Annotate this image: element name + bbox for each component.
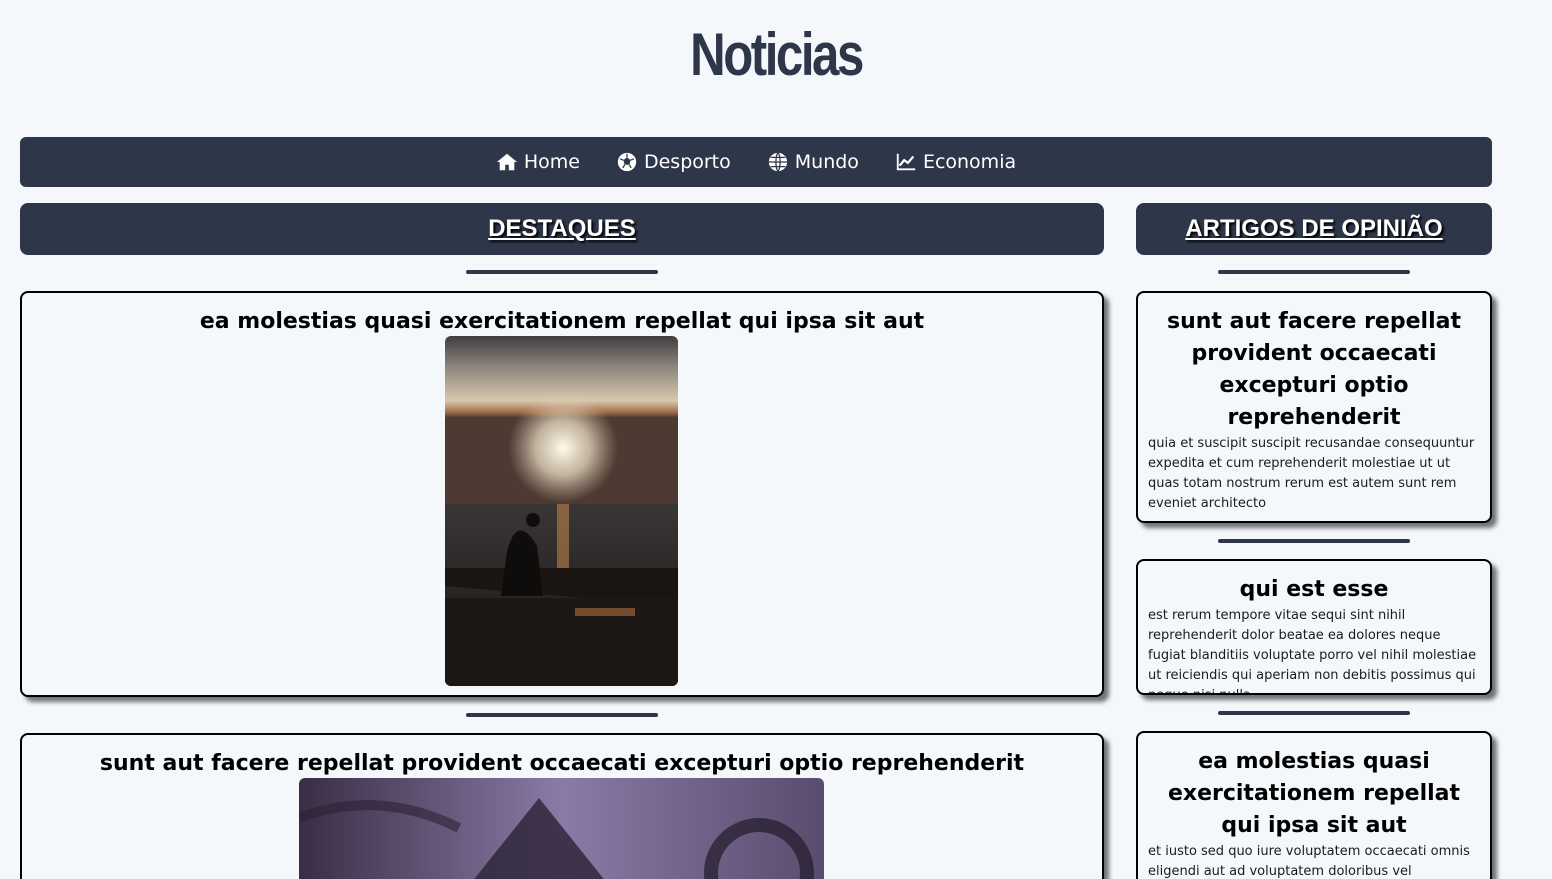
nav-item-label: Mundo: [794, 151, 859, 173]
article-title: sunt aut facere repellat provident occae…: [1167, 309, 1461, 430]
opinion-heading: ARTIGOS DE OPINIÃO: [1185, 215, 1443, 242]
divider: [466, 713, 658, 717]
article-body: et iusto sed quo iure voluptatem occaeca…: [1148, 844, 1470, 879]
divider: [466, 270, 658, 274]
nav-item-mundo[interactable]: Mundo: [767, 151, 859, 173]
divider: [1218, 539, 1410, 543]
nav-item-desporto[interactable]: Desporto: [616, 151, 731, 173]
highlight-article-card[interactable]: ea molestias quasi exercitationem repell…: [20, 291, 1104, 697]
nav-item-label: Economia: [922, 151, 1017, 173]
article-body: quia et suscipit suscipit recusandae con…: [1148, 436, 1475, 511]
highlights-header: DESTAQUES: [20, 203, 1104, 255]
opinion-article-card[interactable]: ea molestias quasi exercitationem repell…: [1136, 731, 1492, 879]
opinion-article-card[interactable]: sunt aut facere repellat provident occae…: [1136, 291, 1492, 523]
soccer-ball-icon: [617, 152, 637, 172]
article-body: est rerum tempore vitae sequi sint nihil…: [1148, 608, 1477, 693]
divider: [1218, 711, 1410, 715]
highlight-article-card[interactable]: sunt aut facere repellat provident occae…: [20, 733, 1104, 879]
line-chart-icon: [896, 153, 916, 171]
article-title: sunt aut facere repellat provident occae…: [99, 751, 1025, 776]
opinion-article-card[interactable]: qui est esse est rerum tempore vitae seq…: [1136, 559, 1492, 695]
nav-item-label: Home: [523, 151, 580, 173]
nav-item-label: Desporto: [643, 151, 731, 173]
dollar-bill-photo: [299, 778, 824, 879]
sunset-sea-photo: [445, 336, 678, 686]
home-icon: [496, 153, 517, 171]
opinion-header: ARTIGOS DE OPINIÃO: [1136, 203, 1492, 255]
main-nav: Home Desporto Mundo Economia: [20, 137, 1492, 187]
article-title: qui est esse: [1239, 577, 1389, 602]
highlights-heading: DESTAQUES: [488, 215, 636, 242]
article-title: ea molestias quasi exercitationem repell…: [1167, 749, 1461, 838]
nav-item-home[interactable]: Home: [496, 151, 580, 173]
divider: [1218, 270, 1410, 274]
nav-item-economia[interactable]: Economia: [895, 151, 1016, 173]
globe-icon: [768, 152, 787, 172]
article-title: ea molestias quasi exercitationem repell…: [199, 309, 925, 334]
site-title: Noticias: [690, 21, 864, 88]
